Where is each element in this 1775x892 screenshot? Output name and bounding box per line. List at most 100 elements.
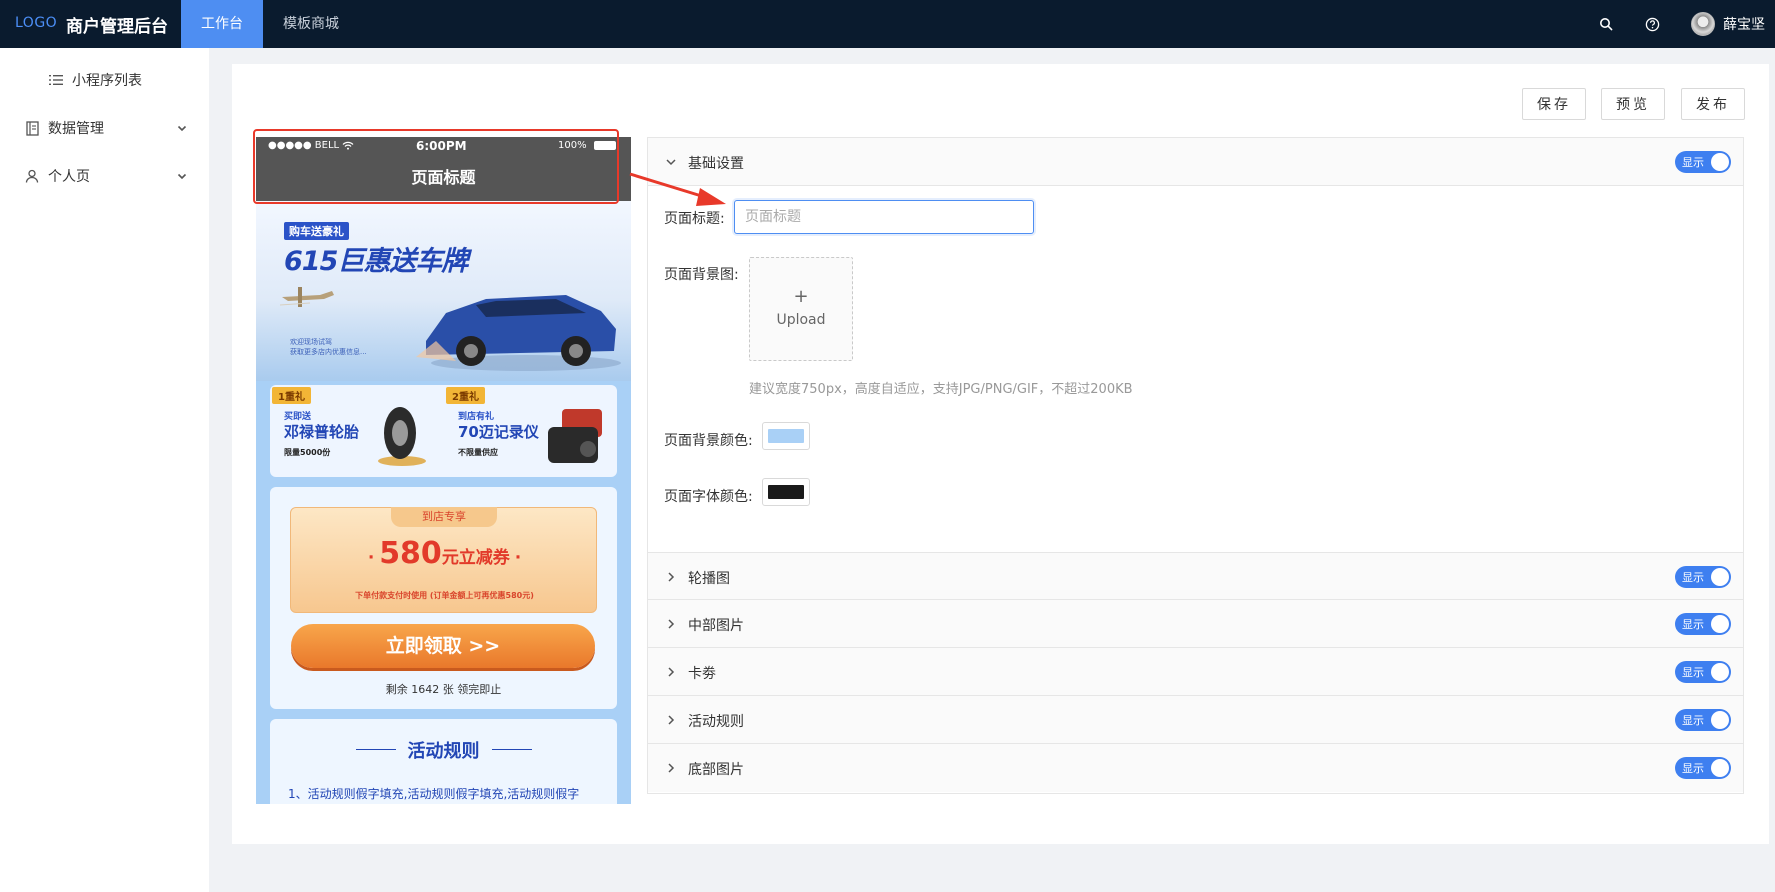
bg-image-upload[interactable]: + Upload [749,257,853,361]
upload-label: Upload [776,312,826,328]
sidebar-item-miniprogram-list[interactable]: 小程序列表 [0,60,209,100]
show-toggle[interactable]: 显示 [1675,709,1731,731]
bg-image-label: 页面背景图: [664,267,739,283]
sidebar-item-label: 个人页 [48,169,90,185]
coupon-note: 下单付款支付时使用 (订单金额上可再优惠580元) [355,591,534,600]
logo: LOGO [15,15,58,31]
toggle-label: 显示 [1682,762,1704,775]
banner-small-line: 获取更多店内优惠信息... [290,348,367,356]
toggle-label: 显示 [1682,618,1704,631]
section-carousel[interactable]: 轮播图 显示 [648,552,1743,600]
banner-small-text: 欢迎现场试驾 获取更多店内优惠信息... [290,337,367,357]
chevron-down-icon [177,169,187,185]
toggle-label: 显示 [1682,571,1704,584]
list-icon [48,72,64,88]
chevron-down-icon [177,121,187,137]
gift-item: 2重礼 到店有礼 70迈记录仪 不限量供应 [444,385,614,477]
sidebar-item-personal[interactable]: 个人页 [0,156,209,196]
upload-hint: 建议宽度750px，高度自适应，支持JPG/PNG/GIF，不超过200KB [749,382,1133,397]
coupon-amount: · 580元立减券 · [291,536,598,571]
gift-note: 不限量供应 [458,448,498,457]
banner-small-line: 欢迎现场试驾 [290,338,332,346]
preview-button[interactable]: 预览 [1601,88,1665,120]
show-toggle[interactable]: 显示 [1675,757,1731,779]
show-toggle[interactable]: 显示 [1675,151,1731,173]
show-toggle[interactable]: 显示 [1675,566,1731,588]
annotation-arrow-icon [629,172,726,206]
page-title-input[interactable] [734,200,1034,234]
chevron-right-icon [664,665,678,679]
gift-tag: 2重礼 [446,387,485,404]
color-swatch [768,485,804,499]
section-title: 轮播图 [688,571,730,587]
toggle-knob [1711,663,1729,681]
plus-icon: + [793,286,809,307]
coupon-remaining: 剩余 1642 张 领完即止 [385,683,502,696]
coupon-amount-number: 580 [379,536,442,571]
coupon-amount-text: 元立减券 [441,548,510,568]
section-bottom-image[interactable]: 底部图片 显示 [648,744,1743,792]
publish-button[interactable]: 发布 [1681,88,1745,120]
settings-panel: 基础设置 显示 页面标题: 页面背景图: + Upload 建议宽度750px，… [647,137,1744,794]
chevron-right-icon [664,570,678,584]
user-icon [24,168,40,184]
sidebar-item-label: 数据管理 [48,121,104,137]
tab-workbench[interactable]: 工作台 [181,0,263,48]
coupon: 到店专享 · 580元立减券 · 下单付款支付时使用 (订单金额上可再优惠580… [290,507,597,613]
help-icon[interactable] [1642,14,1662,34]
toggle-knob [1711,759,1729,777]
annotation-highlight-box [253,129,619,204]
save-button[interactable]: 保存 [1522,88,1586,120]
gift-note: 限量5000份 [284,448,331,457]
font-color-picker[interactable] [762,478,810,506]
rules-title: 活动规则 [407,741,480,762]
bg-color-label: 页面背景颜色: [664,433,753,449]
airplane-image [280,287,334,307]
gift-item: 1重礼 买即送 邓禄普轮胎 限量5000份 [270,385,440,477]
gift-card: 1重礼 买即送 邓禄普轮胎 限量5000份 2重礼 到店有礼 70迈记录仪 不限… [270,385,617,477]
tire-image [378,407,426,466]
chevron-right-icon [664,713,678,727]
dashcam-image [548,409,602,463]
toggle-knob [1711,153,1729,171]
toggle-knob [1711,615,1729,633]
claim-coupon-button[interactable]: 立即领取 >> [291,624,595,668]
section-middle-image[interactable]: 中部图片 显示 [648,600,1743,648]
rules-text: 1、活动规则假字填充,活动规则假字填充,活动规则假字 [288,787,580,801]
toggle-label: 显示 [1682,714,1704,727]
page-title-label: 页面标题: [664,211,725,227]
book-icon [24,120,40,136]
section-title: 活动规则 [688,714,744,730]
chevron-right-icon [664,761,678,775]
coupon-card: 到店专享 · 580元立减券 · 下单付款支付时使用 (订单金额上可再优惠580… [270,487,617,709]
coupon-dot: · [367,548,375,568]
section-activity-rules[interactable]: 活动规则 显示 [648,696,1743,744]
rules-card: 活动规则 1、活动规则假字填充,活动规则假字填充,活动规则假字 [270,719,617,804]
bg-color-picker[interactable] [762,422,810,450]
car-image [416,295,621,371]
banner-title-a: 615巨惠 [284,246,390,277]
sidebar-item-data-management[interactable]: 数据管理 [0,108,209,148]
color-swatch [768,429,804,443]
app-title: 商户管理后台 [66,17,168,37]
section-basic-settings[interactable]: 基础设置 显示 [648,138,1743,186]
toggle-knob [1711,711,1729,729]
toggle-label: 显示 [1682,666,1704,679]
show-toggle[interactable]: 显示 [1675,661,1731,683]
chevron-right-icon [664,617,678,631]
avatar[interactable] [1691,12,1715,36]
user-name[interactable]: 薛宝坚 [1723,14,1765,34]
section-title: 卡劵 [688,666,716,682]
banner-tag: 购车送豪礼 [284,222,349,240]
font-color-label: 页面字体颜色: [664,489,753,505]
tab-template-store[interactable]: 模板商城 [267,0,355,48]
promo-banner: 购车送豪礼 615巨惠送车牌 欢迎现场试驾 获取更多店内优惠信息... [256,201,631,381]
gift-tag: 1重礼 [272,387,311,404]
show-toggle[interactable]: 显示 [1675,613,1731,635]
toggle-knob [1711,568,1729,586]
gift-name: 70迈记录仪 [458,423,539,441]
phone-preview: ●●●●● BELL 6:00PM 100% 页面标题 购车送豪礼 615巨惠送… [256,137,631,804]
toggle-label: 显示 [1682,156,1704,169]
search-icon[interactable] [1596,14,1616,34]
section-coupon[interactable]: 卡劵 显示 [648,648,1743,696]
